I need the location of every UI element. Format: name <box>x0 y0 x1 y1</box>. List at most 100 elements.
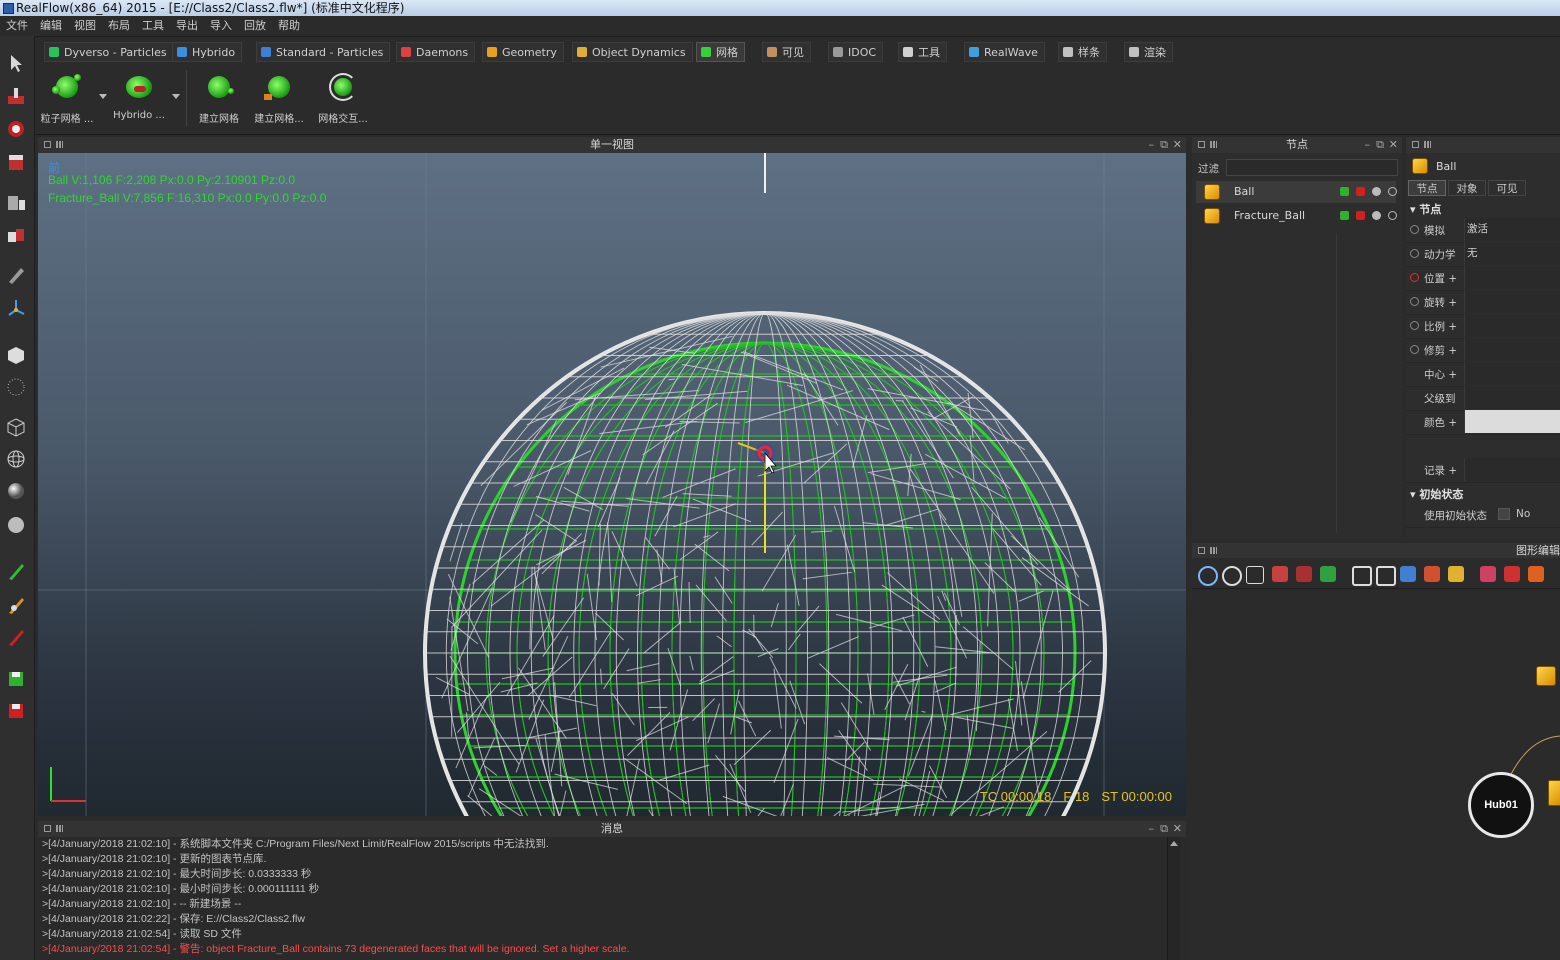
panel-grip-icon[interactable] <box>1424 141 1431 148</box>
key-icon[interactable] <box>1410 345 1419 354</box>
pivot-value[interactable] <box>1464 362 1560 385</box>
menu-help[interactable]: 帮助 <box>272 16 306 36</box>
points-sphere-icon[interactable] <box>5 376 27 398</box>
messages-scrollbar[interactable] <box>1167 837 1180 960</box>
build-mesh-options-button[interactable]: 建立网格... <box>248 70 310 125</box>
wireframe-sphere-icon[interactable] <box>5 448 27 470</box>
tab-tools[interactable]: 工具 <box>898 42 947 62</box>
restore-icon[interactable]: ⧉ <box>1160 821 1168 837</box>
menu-export[interactable]: 导出 <box>170 16 204 36</box>
brush-orange-icon[interactable] <box>5 594 27 616</box>
node-item-ball[interactable]: Ball <box>1196 181 1397 203</box>
parent-value[interactable] <box>1464 386 1560 409</box>
color-swatch[interactable] <box>1464 410 1560 433</box>
tab-object[interactable]: 对象 <box>1448 180 1486 196</box>
simulation-icon[interactable] <box>1340 187 1349 196</box>
axis-gizmo-icon[interactable] <box>5 296 27 318</box>
cube-solid-icon[interactable] <box>5 344 27 366</box>
restore-icon[interactable]: ⧉ <box>1376 137 1384 153</box>
menu-playback[interactable]: 回放 <box>238 16 272 36</box>
brush-green-icon[interactable] <box>5 560 27 582</box>
smooth-sphere-icon[interactable] <box>5 514 27 536</box>
tab-render[interactable]: 渲染 <box>1124 42 1173 62</box>
select-arrow-icon[interactable] <box>5 52 27 74</box>
tab-hybrido[interactable]: Hybrido <box>172 42 243 62</box>
settings-icon[interactable] <box>1388 211 1397 220</box>
export-icon[interactable] <box>1356 211 1365 220</box>
section-node[interactable]: ▾ 节点 <box>1410 201 1441 217</box>
tab-daemons[interactable]: Daemons <box>396 42 476 62</box>
visibility-icon[interactable] <box>1372 187 1381 196</box>
minimize-icon[interactable]: – <box>1365 137 1371 153</box>
shaded-sphere-icon[interactable] <box>5 480 27 502</box>
graph-editor-canvas[interactable]: Hub01 <box>1192 558 1560 960</box>
key-icon[interactable] <box>1410 249 1419 258</box>
key-icon[interactable] <box>1410 297 1419 306</box>
build-mesh-button[interactable]: 建立网格 <box>188 70 250 125</box>
particle-mesh-button[interactable]: 粒子网格 ... <box>36 70 98 125</box>
wireframe-cube-icon[interactable] <box>5 416 27 438</box>
brush-red-icon[interactable] <box>5 626 27 648</box>
minimize-icon[interactable]: – <box>1149 821 1155 837</box>
cube-node-icon[interactable] <box>1536 666 1556 686</box>
key-icon[interactable] <box>1410 321 1419 330</box>
scale-tool-icon[interactable] <box>5 152 27 174</box>
dropdown-arrow-icon[interactable] <box>99 94 107 99</box>
tab-idoc[interactable]: IDOC <box>828 42 884 62</box>
tab-visible[interactable]: 可见 <box>762 42 811 62</box>
simulation-icon[interactable] <box>1340 211 1349 220</box>
rotation-value[interactable] <box>1464 290 1560 313</box>
tab-object-dynamics[interactable]: Object Dynamics <box>572 42 693 62</box>
settings-icon[interactable] <box>1388 187 1397 196</box>
tab-mesh[interactable]: 网格 <box>696 42 745 62</box>
viewport-3d[interactable]: 前 Ball V:1,106 F:2,208 Px:0.0 Py:2.10901… <box>38 153 1186 816</box>
dropdown-arrow-icon[interactable] <box>172 94 180 99</box>
menu-file[interactable]: 文件 <box>0 16 34 36</box>
simulation-value[interactable]: 激活 <box>1464 218 1560 241</box>
close-icon[interactable]: ✕ <box>1389 137 1398 153</box>
mesh-interactive-button[interactable]: 网格交互... <box>312 70 374 125</box>
key-icon[interactable] <box>1410 273 1419 282</box>
save-green-icon[interactable] <box>5 668 27 690</box>
close-icon[interactable]: ✕ <box>1173 137 1182 153</box>
dynamics-value[interactable]: 无 <box>1464 242 1560 265</box>
scroll-up-icon[interactable] <box>1170 841 1178 846</box>
cube-node-icon[interactable] <box>1548 780 1560 806</box>
node-item-fracture-ball[interactable]: Fracture_Ball <box>1196 205 1397 227</box>
key-icon[interactable] <box>1410 225 1419 234</box>
menu-view[interactable]: 视图 <box>68 16 102 36</box>
position-value[interactable] <box>1464 266 1560 289</box>
tab-standard-particles[interactable]: Standard - Particles <box>256 42 391 62</box>
panel-float-icon[interactable] <box>1412 141 1419 148</box>
panel-float-icon[interactable] <box>1198 547 1205 554</box>
tab-node[interactable]: 节点 <box>1408 180 1446 196</box>
restore-icon[interactable]: ⧉ <box>1160 137 1168 153</box>
layout-icon[interactable] <box>5 192 27 214</box>
messages-log[interactable]: >[4/January/2018 21:02:10] - 系统脚本文件夹 C:/… <box>38 837 1186 960</box>
menu-layout[interactable]: 布局 <box>102 16 136 36</box>
scale-value[interactable] <box>1464 314 1560 337</box>
menu-tools[interactable]: 工具 <box>136 16 170 36</box>
tab-realwave[interactable]: RealWave <box>964 42 1045 62</box>
tab-geometry[interactable]: Geometry <box>482 42 564 62</box>
hybrido-mesh-button[interactable]: Hybrido ... <box>108 70 170 121</box>
pencil-icon[interactable] <box>5 264 27 286</box>
objects-icon[interactable] <box>5 224 27 246</box>
shear-value[interactable] <box>1464 338 1560 361</box>
record-value[interactable] <box>1464 458 1560 481</box>
save-red-icon[interactable] <box>5 700 27 722</box>
use-initial-checkbox[interactable] <box>1498 508 1510 520</box>
section-initial-state[interactable]: ▾ 初始状态 <box>1410 486 1463 502</box>
tab-dyverso-particles[interactable]: Dyverso - Particles <box>44 42 174 62</box>
minimize-icon[interactable]: – <box>1149 137 1155 153</box>
menu-import[interactable]: 导入 <box>204 16 238 36</box>
tab-visible[interactable]: 可见 <box>1488 180 1526 196</box>
close-icon[interactable]: ✕ <box>1173 821 1182 837</box>
menu-edit[interactable]: 编辑 <box>34 16 68 36</box>
move-tool-icon[interactable] <box>5 86 27 108</box>
export-icon[interactable] <box>1356 187 1365 196</box>
rotate-tool-icon[interactable] <box>5 118 27 140</box>
filter-input[interactable] <box>1226 159 1398 176</box>
panel-grip-icon[interactable] <box>1210 547 1217 554</box>
tab-spline[interactable]: 样条 <box>1058 42 1107 62</box>
